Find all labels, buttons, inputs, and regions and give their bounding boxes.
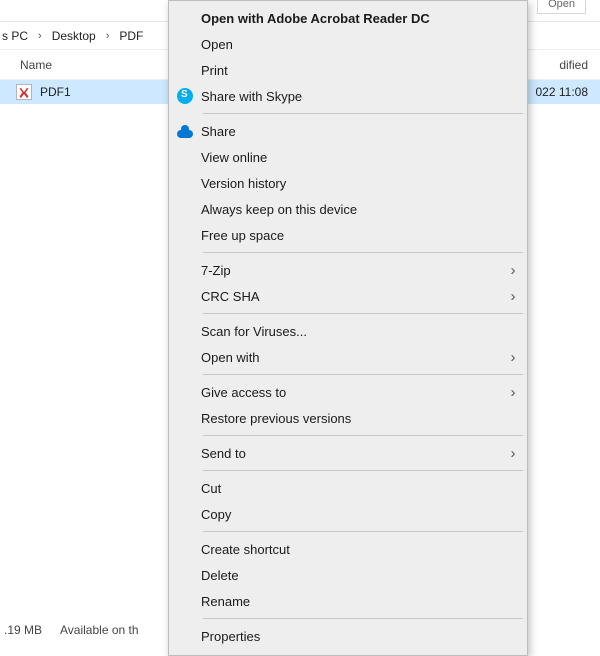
menu-share-skype[interactable]: Share with Skype (169, 83, 527, 109)
open-button[interactable]: Open (537, 0, 586, 14)
submenu-arrow-icon: › (499, 445, 527, 462)
menu-7zip[interactable]: 7-Zip › (169, 257, 527, 283)
status-bar: .19 MB Available on th (0, 617, 139, 643)
context-menu: Open with Adobe Acrobat Reader DC Open P… (168, 0, 528, 656)
menu-create-shortcut[interactable]: Create shortcut (169, 536, 527, 562)
menu-delete[interactable]: Delete (169, 562, 527, 588)
menu-separator (203, 618, 523, 619)
menu-open[interactable]: Open (169, 31, 527, 57)
column-header-name[interactable]: Name (0, 58, 170, 72)
breadcrumb-part-desktop[interactable]: Desktop (50, 29, 98, 43)
column-header-date-modified[interactable]: dified (559, 58, 600, 72)
menu-always-keep[interactable]: Always keep on this device (169, 196, 527, 222)
status-availability: Available on th (60, 623, 139, 637)
menu-separator (203, 374, 523, 375)
cloud-icon (177, 128, 193, 138)
submenu-arrow-icon: › (499, 384, 527, 401)
menu-give-access-to[interactable]: Give access to › (169, 379, 527, 405)
menu-view-online[interactable]: View online (169, 144, 527, 170)
pdf-file-icon (16, 84, 32, 100)
file-name-label: PDF1 (40, 85, 71, 99)
breadcrumb-part-pdf[interactable]: PDF (117, 29, 145, 43)
chevron-right-icon: › (98, 30, 118, 42)
menu-print[interactable]: Print (169, 57, 527, 83)
menu-separator (203, 435, 523, 436)
menu-separator (203, 113, 523, 114)
file-date-modified: 022 11:08 (536, 85, 600, 99)
menu-version-history[interactable]: Version history (169, 170, 527, 196)
menu-cut[interactable]: Cut (169, 475, 527, 501)
menu-restore-previous-versions[interactable]: Restore previous versions (169, 405, 527, 431)
menu-share[interactable]: Share (169, 118, 527, 144)
menu-copy[interactable]: Copy (169, 501, 527, 527)
menu-separator (203, 531, 523, 532)
menu-separator (203, 313, 523, 314)
menu-crc-sha[interactable]: CRC SHA › (169, 283, 527, 309)
menu-scan-viruses[interactable]: Scan for Viruses... (169, 318, 527, 344)
chevron-right-icon: › (30, 30, 50, 42)
menu-send-to[interactable]: Send to › (169, 440, 527, 466)
skype-icon (177, 88, 193, 104)
breadcrumb-part-pc[interactable]: s PC (0, 29, 30, 43)
submenu-arrow-icon: › (499, 349, 527, 366)
submenu-arrow-icon: › (499, 288, 527, 305)
status-size: .19 MB (4, 623, 60, 637)
submenu-arrow-icon: › (499, 262, 527, 279)
menu-free-up-space[interactable]: Free up space (169, 222, 527, 248)
menu-properties[interactable]: Properties (169, 623, 527, 649)
menu-separator (203, 252, 523, 253)
menu-rename[interactable]: Rename (169, 588, 527, 614)
menu-open-adobe[interactable]: Open with Adobe Acrobat Reader DC (169, 5, 527, 31)
menu-separator (203, 470, 523, 471)
menu-open-with[interactable]: Open with › (169, 344, 527, 370)
